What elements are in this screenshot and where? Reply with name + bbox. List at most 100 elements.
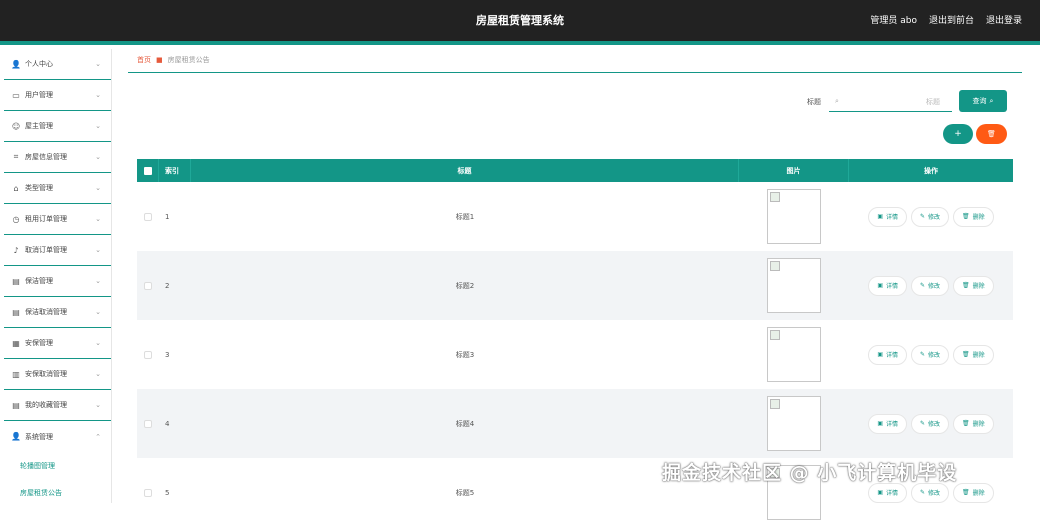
row-operations: ▣ 详情 ✎ 修改 🗑 删除	[849, 320, 1013, 389]
detail-label: 详情	[885, 352, 898, 359]
row-title: 标题4	[455, 419, 475, 428]
select-all-checkbox[interactable]	[143, 166, 152, 175]
sidebar-item-label: 安保取消管理	[25, 370, 67, 378]
edit-button[interactable]: ✎ 修改	[911, 275, 950, 296]
delete-label: 删除	[972, 352, 985, 359]
sidebar-item-system[interactable]: 👤 系统管理 ⌃	[4, 421, 111, 452]
broken-image-icon	[767, 327, 821, 382]
edit-icon: ✎	[920, 420, 926, 427]
row-operations: ▣ 详情 ✎ 修改 🗑 删除	[849, 251, 1013, 320]
delete-button[interactable]: 🗑 删除	[953, 206, 994, 227]
trash-icon: 🗑	[962, 420, 970, 427]
chevron-down-icon: ⌄	[95, 60, 101, 68]
document-icon: ▣	[877, 489, 883, 496]
delete-label: 删除	[972, 421, 985, 428]
query-button-label: 查询	[972, 97, 987, 105]
logout-link[interactable]: 退出登录	[986, 13, 1022, 26]
row-checkbox[interactable]	[144, 281, 152, 290]
sidebar-item-cleaning-cancel[interactable]: ▤ 保洁取消管理 ⌄	[4, 297, 111, 328]
chevron-down-icon: ⌄	[95, 184, 101, 192]
sidebar-item-cleaning[interactable]: ▤ 保洁管理 ⌄	[4, 266, 111, 297]
detail-button[interactable]: ▣ 详情	[868, 482, 907, 503]
row-title: 标题1	[455, 212, 475, 221]
sidebar-item-users[interactable]: ▭ 用户管理 ⌄	[4, 80, 111, 111]
chevron-down-icon: ⌄	[95, 153, 101, 161]
sidebar-item-houses[interactable]: ⌗ 房屋信息管理 ⌄	[4, 142, 111, 173]
row-image-cell	[739, 182, 849, 251]
detail-button[interactable]: ▣ 详情	[868, 275, 907, 296]
delete-button[interactable]: 🗑 删除	[953, 482, 994, 503]
row-title: 标题2	[455, 281, 475, 290]
broken-image-icon	[767, 189, 821, 244]
trash-icon: 🗑	[962, 351, 970, 358]
row-checkbox-cell	[137, 182, 159, 251]
sidebar-subitem-announcements[interactable]: 房屋租赁公告	[4, 479, 111, 506]
sidebar-item-owners[interactable]: ☺ 屋主管理 ⌄	[4, 111, 111, 142]
breadcrumb-separator-icon: ■	[156, 56, 163, 64]
edit-icon: ✎	[920, 213, 926, 220]
edit-icon: ✎	[920, 282, 926, 289]
batch-delete-button[interactable]: 🗑	[976, 124, 1007, 144]
edit-button[interactable]: ✎ 修改	[911, 482, 950, 503]
sidebar-item-security-cancel[interactable]: ▥ 安保取消管理 ⌄	[4, 359, 111, 390]
row-checkbox-cell	[137, 389, 159, 458]
sidebar-subitem-carousel[interactable]: 轮播图管理	[4, 452, 111, 479]
sidebar-item-types[interactable]: ⌂ 类型管理 ⌄	[4, 173, 111, 204]
query-button[interactable]: 查询 ⌕	[959, 90, 1007, 112]
sidebar-item-cancel-orders[interactable]: ♪ 取消订单管理 ⌄	[4, 235, 111, 266]
search-label: 标题	[807, 98, 821, 106]
delete-label: 删除	[972, 283, 985, 290]
table-row: 3 标题3 ▣ 详情 ✎ 修改 🗑 删除	[137, 320, 1013, 389]
row-operations: ▣ 详情 ✎ 修改 🗑 删除	[849, 389, 1013, 458]
sidebar-item-label: 房屋信息管理	[25, 153, 67, 161]
edit-button[interactable]: ✎ 修改	[911, 206, 950, 227]
edit-label: 修改	[928, 421, 941, 428]
row-checkbox[interactable]	[144, 350, 152, 359]
to-front-link[interactable]: 退出到前台	[929, 13, 974, 26]
detail-button[interactable]: ▣ 详情	[868, 344, 907, 365]
sidebar-item-label: 类型管理	[25, 184, 53, 192]
document-icon: ▣	[877, 351, 883, 358]
sidebar-item-label: 我的收藏管理	[25, 401, 67, 409]
edit-button[interactable]: ✎ 修改	[911, 413, 950, 434]
sidebar-item-security[interactable]: ▦ 安保管理 ⌄	[4, 328, 111, 359]
delete-button[interactable]: 🗑 删除	[953, 413, 994, 434]
sidebar-item-label: 保洁取消管理	[25, 308, 67, 316]
search-input[interactable]: ⌕ 标题	[829, 92, 952, 112]
sidebar-item-profile[interactable]: 👤 个人中心 ⌄	[4, 49, 111, 80]
breadcrumb-home[interactable]: 首页	[137, 55, 151, 65]
trash-icon: 🗑	[962, 282, 970, 289]
delete-button[interactable]: 🗑 删除	[953, 275, 994, 296]
chevron-down-icon: ⌄	[95, 122, 101, 130]
table-header: 索引 标题 图片 操作	[137, 159, 1013, 182]
row-image-cell	[739, 389, 849, 458]
delete-button[interactable]: 🗑 删除	[953, 344, 994, 365]
person-icon: 👤	[11, 432, 21, 441]
add-button[interactable]: +	[943, 124, 973, 144]
header-operations: 操作	[924, 166, 938, 175]
trash-icon: 🗑	[962, 213, 970, 220]
select-all-checkbox-cell[interactable]	[137, 159, 159, 182]
detail-button[interactable]: ▣ 详情	[868, 413, 907, 434]
sidebar-item-label: 租用订单管理	[25, 215, 67, 223]
row-checkbox-cell	[137, 458, 159, 527]
row-checkbox[interactable]	[144, 419, 152, 428]
delete-label: 删除	[972, 214, 985, 221]
smile-icon: ☺	[11, 121, 21, 131]
row-checkbox[interactable]	[144, 212, 152, 221]
watermark: 掘金技术社区 @ 小飞计算机毕设	[662, 462, 958, 484]
card-icon: ▭	[12, 90, 20, 100]
edit-icon: ✎	[920, 489, 926, 496]
sidebar-item-favorites[interactable]: ▤ 我的收藏管理 ⌄	[4, 390, 111, 421]
detail-button[interactable]: ▣ 详情	[868, 206, 907, 227]
row-index: 5	[165, 488, 170, 497]
chevron-down-icon: ⌄	[95, 277, 101, 285]
edit-button[interactable]: ✎ 修改	[911, 344, 950, 365]
row-title: 标题5	[455, 488, 475, 497]
row-title: 标题3	[455, 350, 475, 359]
chevron-down-icon: ⌄	[95, 308, 101, 316]
chevron-down-icon: ⌄	[95, 401, 101, 409]
sidebar-item-rent-orders[interactable]: ◷ 租用订单管理 ⌄	[4, 204, 111, 235]
mic-icon: ♪	[13, 245, 19, 255]
row-checkbox[interactable]	[144, 488, 152, 497]
